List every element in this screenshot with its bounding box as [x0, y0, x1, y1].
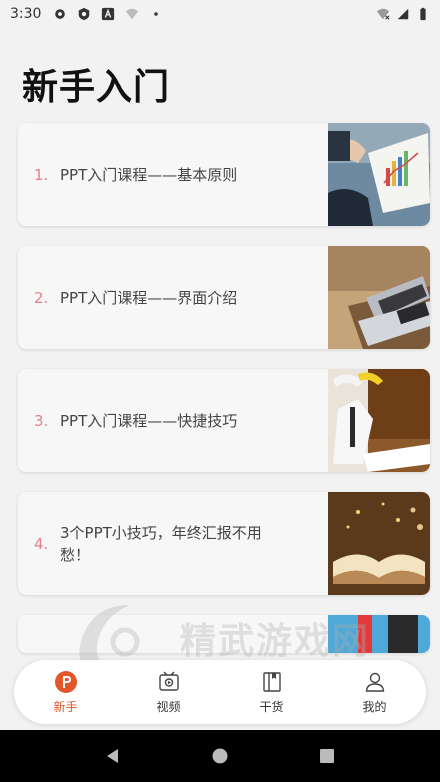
recents-square-icon[interactable] [317, 746, 337, 766]
course-title: PPT入门课程——快捷技巧 [60, 411, 238, 430]
course-thumbnail-partial [328, 615, 430, 653]
course-card[interactable] [18, 615, 430, 653]
battery-icon [420, 7, 426, 21]
status-time: 3:30 [10, 6, 42, 22]
course-title: 3个PPT小技巧，年终汇报不用愁！ [60, 523, 262, 564]
page-title: 新手入门 [22, 67, 171, 108]
logo-p-icon [54, 670, 77, 693]
wifi-question-icon [126, 8, 139, 20]
tab-label: 新手 [53, 699, 78, 714]
course-number: 4. [34, 534, 49, 553]
course-number: 2. [34, 288, 49, 307]
signal-icon [397, 8, 409, 20]
course-thumbnail-business-chart [328, 123, 430, 226]
wifi-off-icon [376, 8, 390, 20]
tab-newbie[interactable]: 新手 [26, 670, 106, 715]
course-title: PPT入门课程——基本原则 [60, 165, 238, 184]
settings-gear-icon [55, 9, 66, 19]
course-thumbnail-laptop [328, 246, 430, 349]
book-icon [262, 671, 281, 692]
home-circle-icon[interactable] [210, 746, 230, 766]
course-number: 1. [34, 165, 49, 184]
course-list: 1. PPT入门课程——基本原则 2. PPT入门课程——界面介绍 3. PPT… [18, 123, 430, 653]
bottom-tab-bar: 新手 视频 干货 我的 [14, 660, 426, 724]
tab-label: 视频 [156, 699, 181, 714]
tab-video[interactable]: 视频 [129, 670, 209, 715]
tab-label: 干货 [259, 699, 284, 714]
app-a-icon [102, 7, 115, 21]
course-card[interactable]: 1. PPT入门课程——基本原则 [18, 123, 430, 226]
course-thumbnail-book [328, 492, 430, 595]
back-triangle-icon[interactable] [103, 746, 123, 766]
dot-icon [154, 12, 159, 16]
user-icon [365, 672, 384, 692]
video-icon [158, 671, 179, 691]
tab-label: 我的 [362, 699, 387, 714]
tab-tips[interactable]: 干货 [232, 670, 312, 715]
status-bar: 3:30 [0, 0, 440, 28]
course-number: 3. [34, 411, 49, 430]
course-thumbnail-engineers [328, 369, 430, 472]
android-nav-bar [0, 730, 440, 782]
course-card[interactable]: 3. PPT入门课程——快捷技巧 [18, 369, 430, 472]
course-card[interactable]: 2. PPT入门课程——界面介绍 [18, 246, 430, 349]
shield-icon [79, 7, 90, 21]
course-card[interactable]: 4. 3个PPT小技巧，年终汇报不用愁！ [18, 492, 430, 595]
tab-mine[interactable]: 我的 [335, 670, 415, 715]
course-title: PPT入门课程——界面介绍 [60, 288, 238, 307]
